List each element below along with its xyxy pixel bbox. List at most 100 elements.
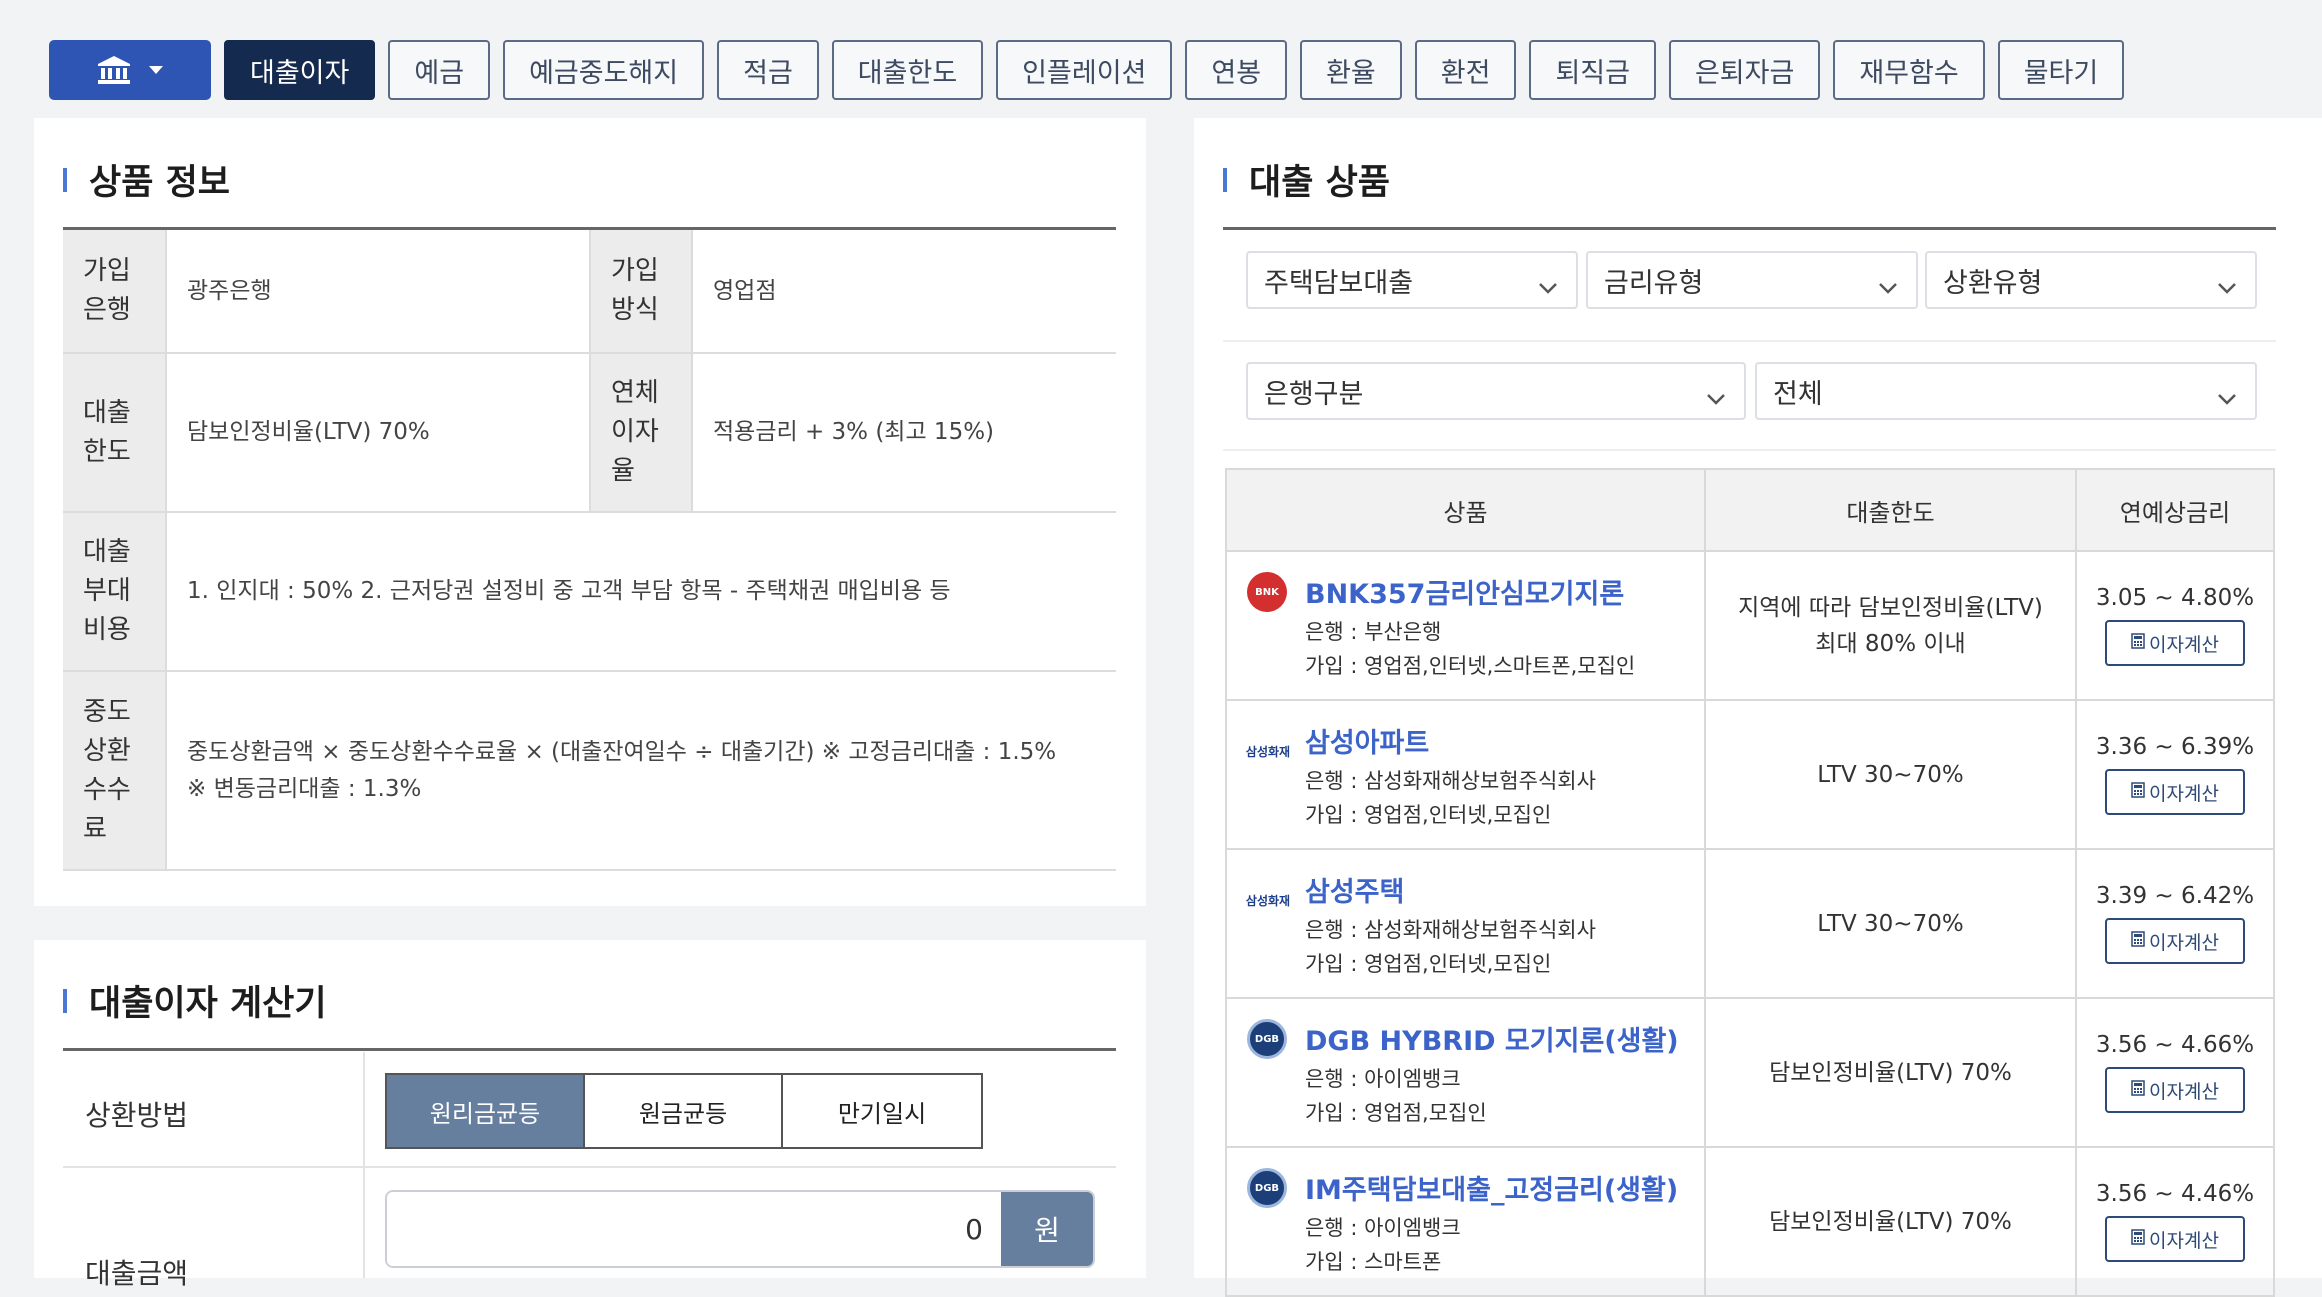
loan-products-table: 상품 대출한도 연예상금리 BNK BNK357금리안심모기지론 은행 : 부산… (1225, 468, 2275, 1297)
header-expected-rate: 연예상금리 (2119, 498, 2231, 527)
info-row: 대출 한도 담보인정비율(LTV) 70% 연체 이자 율 적용금리 + 3% … (63, 354, 1116, 513)
rate-type-select[interactable]: 금리유형 (1586, 251, 1918, 309)
bank-select[interactable]: 전체 (1755, 362, 2257, 420)
table-row: 삼성화재 삼성주택 은행 : 삼성화재해상보험주식회사 가입 : 영업점,인터넷… (1227, 850, 2273, 999)
info-label: 가입 방식 (589, 230, 693, 352)
tab-inflation[interactable]: 인플레이션 (996, 40, 1173, 100)
dgb-logo-icon: DGB (1247, 1168, 1287, 1208)
loan-limit-value: 지역에 따라 담보인정비율(LTV) (1738, 594, 2043, 621)
product-name-link[interactable]: 삼성주택 (1305, 870, 1404, 909)
loan-limit-value: 담보인정비율(LTV) 70% (1769, 1208, 2012, 1235)
product-bank: 은행 : 삼성화재해상보험주식회사 (1305, 769, 1596, 793)
bnk-logo-icon: BNK (1247, 572, 1287, 612)
loan-products-title: 대출 상품 (1223, 154, 1390, 205)
info-label: 대출 부대 비용 (63, 513, 167, 670)
bank-menu-button[interactable] (49, 40, 211, 100)
method-equal-payment-button[interactable]: 원리금균등 (387, 1075, 585, 1147)
info-label: 연체 이자 율 (589, 354, 693, 511)
interest-calc-button[interactable]: 이자계산 (2105, 918, 2245, 964)
product-bank: 은행 : 삼성화재해상보험주식회사 (1305, 918, 1596, 942)
product-info-title: 상품 정보 (63, 154, 230, 205)
loan-limit-value: LTV 30~70% (1817, 761, 1964, 788)
info-row: 대출 부대 비용 1. 인지대 : 50% 2. 근저당권 설정비 중 고객 부… (63, 513, 1116, 672)
tab-loan-interest[interactable]: 대출이자 (224, 40, 376, 100)
info-label: 대출 한도 (63, 354, 167, 511)
bank-category-select[interactable]: 은행구분 (1246, 362, 1746, 420)
samsung-fire-logo-icon: 삼성화재 (1245, 893, 1291, 908)
tab-salary[interactable]: 연봉 (1185, 40, 1288, 100)
product-bank: 은행 : 아이엠뱅크 (1305, 1067, 1461, 1091)
filter-divider (1223, 340, 2276, 342)
product-join-method: 가입 : 스마트폰 (1305, 1250, 1442, 1274)
method-bullet-button[interactable]: 만기일시 (783, 1075, 981, 1147)
tab-retirement-fund[interactable]: 은퇴자금 (1668, 40, 1821, 100)
rate-value: 3.05 ~ 4.80% (2095, 585, 2255, 611)
loan-products-divider (1223, 227, 2276, 230)
filter-divider (1223, 449, 2276, 451)
dgb-logo-icon: DGB (1247, 1019, 1287, 1059)
tab-exchange-rate[interactable]: 환율 (1300, 40, 1402, 100)
table-row: DGB DGB HYBRID 모기지론(생활) 은행 : 아이엠뱅크 가입 : … (1227, 999, 2273, 1148)
calculator-divider (63, 1048, 1116, 1051)
tab-severance[interactable]: 퇴직금 (1529, 40, 1656, 100)
loan-limit-value: LTV 30~70% (1817, 910, 1964, 937)
table-row: DGB IM주택담보대출_고정금리(생활) 은행 : 아이엠뱅크 가입 : 스마… (1227, 1148, 2273, 1297)
chevron-down-icon (1878, 270, 1898, 301)
interest-calc-button[interactable]: 이자계산 (2105, 620, 2245, 666)
tab-deposit-early-termination[interactable]: 예금중도해지 (503, 40, 705, 100)
loan-amount-label: 대출금액 (85, 1257, 189, 1290)
product-name-link[interactable]: DGB HYBRID 모기지론(생활) (1305, 1019, 1679, 1058)
table-header: 상품 대출한도 연예상금리 (1227, 470, 2273, 552)
info-row: 가입 은행 광주은행 가입 방식 영업점 (63, 230, 1116, 354)
product-join-method: 가입 : 영업점,인터넷,모집인 (1305, 803, 1552, 827)
calculator-row-divider (63, 1166, 1116, 1168)
bank-icon (97, 55, 131, 85)
interest-calc-button[interactable]: 이자계산 (2105, 1067, 2245, 1113)
loan-amount-input[interactable] (387, 1192, 1001, 1266)
loan-limit-value: 최대 80% 이내 (1815, 630, 1966, 657)
product-name-link[interactable]: 삼성아파트 (1305, 721, 1429, 760)
tab-averaging-down[interactable]: 물타기 (1997, 40, 2125, 100)
loan-limit-value: 담보인정비율(LTV) 70% (1769, 1059, 2012, 1086)
method-equal-principal-button[interactable]: 원금균등 (585, 1075, 783, 1147)
tab-financial-functions[interactable]: 재무함수 (1833, 40, 1985, 100)
header-product: 상품 (1227, 470, 1706, 550)
tab-loan-limit[interactable]: 대출한도 (831, 40, 984, 100)
interest-calc-button[interactable]: 이자계산 (2105, 769, 2245, 815)
product-name-link[interactable]: IM주택담보대출_고정금리(생활) (1305, 1168, 1678, 1207)
info-value: 광주은행 (187, 277, 272, 304)
rate-value: 3.56 ~ 4.46% (2095, 1181, 2255, 1207)
repayment-type-select[interactable]: 상환유형 (1925, 251, 2257, 309)
product-join-method: 가입 : 영업점,모집인 (1305, 1101, 1487, 1125)
loan-type-select[interactable]: 주택담보대출 (1246, 251, 1578, 309)
product-bank: 은행 : 아이엠뱅크 (1305, 1216, 1461, 1240)
interest-calc-button[interactable]: 이자계산 (2105, 1216, 2245, 1262)
won-unit-button[interactable]: 원 (1001, 1192, 1093, 1266)
info-value: 1. 인지대 : 50% 2. 근저당권 설정비 중 고객 부담 항목 - 주택… (187, 578, 951, 604)
repayment-method-group: 원리금균등 원금균등 만기일시 (385, 1073, 983, 1149)
calculator-icon (2131, 632, 2145, 654)
rate-value: 3.56 ~ 4.66% (2095, 1032, 2255, 1058)
calculator-icon (2131, 781, 2145, 803)
rate-value: 3.36 ~ 6.39% (2095, 734, 2255, 760)
tab-savings[interactable]: 적금 (717, 40, 819, 100)
info-label: 중도 상환 수수 료 (63, 672, 167, 869)
info-value: 중도상환금액 × 중도상환수수료율 × (대출잔여일수 ÷ 대출기간) ※ 고정… (187, 738, 1057, 802)
calculator-title: 대출이자 계산기 (63, 975, 327, 1026)
calculator-icon (2131, 1228, 2145, 1250)
chevron-down-icon (2217, 270, 2237, 301)
tab-deposit[interactable]: 예금 (388, 40, 491, 100)
calculator-column-divider (363, 1052, 365, 1278)
product-info-table: 가입 은행 광주은행 가입 방식 영업점 대출 한도 담보인정비율(LTV) 7… (63, 227, 1116, 871)
samsung-fire-logo-icon: 삼성화재 (1245, 744, 1291, 759)
info-row: 중도 상환 수수 료 중도상환금액 × 중도상환수수료율 × (대출잔여일수 ÷… (63, 672, 1116, 871)
tab-currency-exchange[interactable]: 환전 (1414, 40, 1517, 100)
info-label: 가입 은행 (63, 230, 167, 352)
chevron-down-icon (1538, 270, 1558, 301)
rate-value: 3.39 ~ 6.42% (2095, 883, 2255, 909)
product-name-link[interactable]: BNK357금리안심모기지론 (1305, 572, 1624, 611)
header-loan-limit: 대출한도 (1706, 470, 2077, 550)
calculator-icon (2131, 930, 2145, 952)
product-join-method: 가입 : 영업점,인터넷,모집인 (1305, 952, 1552, 976)
chevron-down-icon (1706, 381, 1726, 412)
